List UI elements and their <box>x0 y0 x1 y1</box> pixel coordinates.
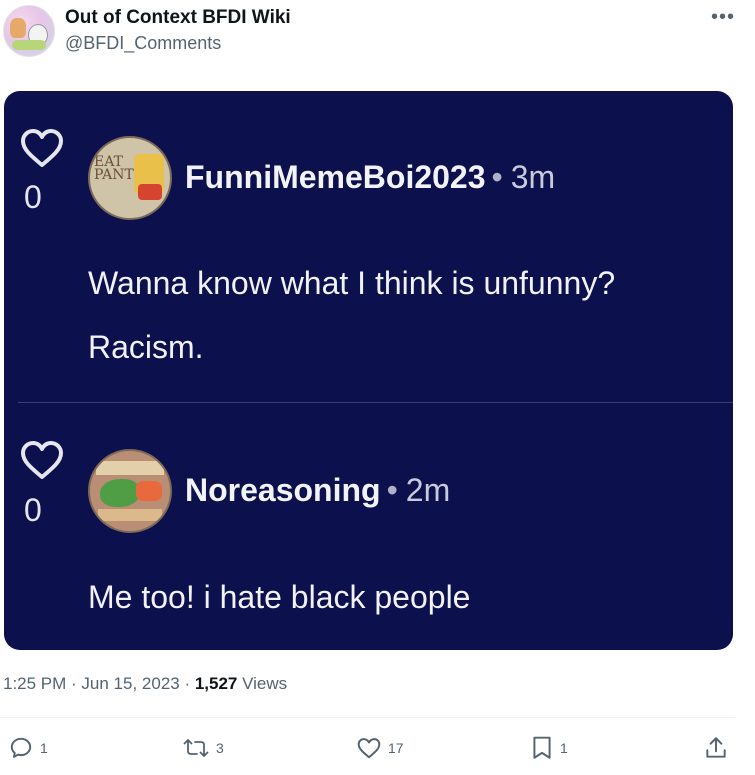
reply-icon <box>10 737 32 758</box>
comment-like-count: 0 <box>24 492 42 528</box>
comment-separator: • <box>491 159 503 195</box>
comment-header: Noreasoning • 2m <box>185 472 450 509</box>
meta-separator: · <box>179 674 195 693</box>
tweet-meta: 1:25 PM · Jun 15, 2023 · 1,527 Views <box>3 674 287 694</box>
reply-count: 1 <box>40 740 48 756</box>
comment-separator: • <box>386 472 398 508</box>
author-handle[interactable]: @BFDI_Comments <box>65 33 221 54</box>
comment-time: 2m <box>405 472 451 508</box>
author-display-name[interactable]: Out of Context BFDI Wiki <box>65 7 291 29</box>
heart-icon <box>357 738 381 759</box>
share-button[interactable] <box>703 733 729 763</box>
views-count: 1,527 <box>194 674 238 693</box>
comment-time: 3m <box>510 159 556 195</box>
comment-line: Racism. <box>88 329 204 365</box>
comment-divider <box>18 402 733 403</box>
tweet-date[interactable]: Jun 15, 2023 <box>81 674 179 693</box>
meta-separator: · <box>66 674 82 693</box>
bookmark-count: 1 <box>560 740 568 756</box>
bookmark-button[interactable]: 1 <box>530 733 568 763</box>
author-avatar[interactable] <box>3 5 55 57</box>
tweet-time[interactable]: 1:25 PM <box>3 674 66 693</box>
comment-header: FunniMemeBoi2023 • 3m <box>185 159 555 196</box>
heart-icon <box>21 441 63 479</box>
views-label: Views <box>237 674 288 693</box>
repost-button[interactable]: 3 <box>182 733 224 763</box>
comment-text: Wanna know what I think is unfunny? Raci… <box>88 251 615 379</box>
comment-text: Me too! i hate black people <box>88 565 470 629</box>
tweet-actions: 1 3 17 1 <box>0 733 755 765</box>
repost-icon <box>183 739 209 757</box>
like-count: 17 <box>388 740 404 756</box>
reply-button[interactable]: 1 <box>8 733 48 763</box>
tweet-header: Out of Context BFDI Wiki @BFDI_Comments … <box>0 0 755 60</box>
bookmark-icon <box>533 736 551 759</box>
actions-divider <box>0 717 735 718</box>
like-button[interactable]: 17 <box>356 733 404 763</box>
comment-like-count: 0 <box>24 179 42 215</box>
comment-username: Noreasoning <box>185 472 381 508</box>
heart-icon <box>21 129 63 167</box>
commenter-avatar <box>88 449 172 533</box>
more-options-icon[interactable]: ••• <box>711 6 735 29</box>
share-icon <box>706 737 726 758</box>
comment-line: Wanna know what I think is unfunny? <box>88 265 616 301</box>
commenter-avatar: EAT PANT <box>88 136 172 220</box>
repost-count: 3 <box>216 740 224 756</box>
embedded-comments-image[interactable]: 0 EAT PANT FunniMemeBoi2023 • 3m Wanna know… <box>4 91 733 650</box>
comment-line: Me too! i hate black people <box>88 579 471 615</box>
comment-username: FunniMemeBoi2023 <box>185 159 486 195</box>
